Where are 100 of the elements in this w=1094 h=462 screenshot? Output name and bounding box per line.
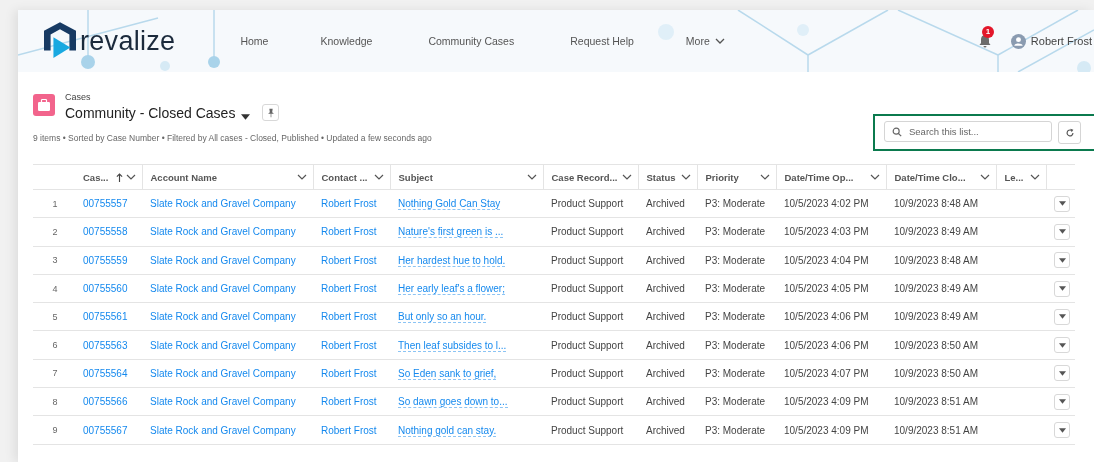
contact-link[interactable]: Robert Frost xyxy=(321,226,377,238)
table-cell: 10/9/2023 8:49 AM xyxy=(886,302,996,331)
chevron-down-icon[interactable] xyxy=(1029,174,1040,180)
case-number-link[interactable]: 00755566 xyxy=(83,396,128,408)
account-link[interactable]: Slate Rock and Gravel Company xyxy=(150,367,296,379)
column-header[interactable]: Date/Time Clo... xyxy=(886,164,996,190)
chevron-down-icon[interactable] xyxy=(125,174,136,180)
nav-link[interactable]: Request Help xyxy=(570,35,634,47)
nav-link[interactable]: Home xyxy=(240,35,269,47)
account-link[interactable]: Slate Rock and Gravel Company xyxy=(150,254,296,266)
nav-link[interactable]: Community Cases xyxy=(428,35,515,47)
table-cell: P3: Moderate xyxy=(697,189,776,218)
column-header[interactable]: Priority xyxy=(697,164,776,190)
row-action-button[interactable] xyxy=(1054,280,1070,297)
table-cell: Product Support xyxy=(543,246,638,275)
case-number-link[interactable]: 00755558 xyxy=(83,226,128,238)
row-action-button[interactable] xyxy=(1054,337,1070,354)
avatar-icon[interactable] xyxy=(1010,33,1026,49)
contact-link[interactable]: Robert Frost xyxy=(321,424,377,436)
account-link[interactable]: Slate Rock and Gravel Company xyxy=(150,226,296,238)
row-action-button[interactable] xyxy=(1054,223,1070,240)
column-header[interactable]: Date/Time Op... xyxy=(776,164,886,190)
caret-down-icon xyxy=(1058,314,1066,320)
row-action-button[interactable] xyxy=(1054,393,1070,410)
column-header[interactable]: Subject xyxy=(390,164,543,190)
list-summary: 9 items • Sorted by Case Number • Filtered by All cases - Closed, Published • Updated a few seconds ago xyxy=(33,133,432,143)
table-cell: 10/5/2023 4:02 PM xyxy=(776,189,886,218)
table-cell: P3: Moderate xyxy=(697,359,776,388)
sort-arrow-icon xyxy=(115,172,123,182)
subject-link[interactable]: Nothing Gold Can Stay xyxy=(398,198,501,211)
subject-link[interactable]: Nothing gold can stay. xyxy=(398,424,497,437)
case-number-link[interactable]: 00755563 xyxy=(83,339,128,351)
table-cell: Product Support xyxy=(543,331,638,360)
table-cell: 10/5/2023 4:06 PM xyxy=(776,331,886,360)
object-label: Cases xyxy=(65,92,92,102)
account-link[interactable]: Slate Rock and Gravel Company xyxy=(150,339,296,351)
refresh-icon xyxy=(1064,127,1075,138)
contact-link[interactable]: Robert Frost xyxy=(321,198,377,210)
contact-link[interactable]: Robert Frost xyxy=(321,339,377,351)
account-link[interactable]: Slate Rock and Gravel Company xyxy=(150,396,296,408)
table-cell: Archived xyxy=(638,387,697,416)
account-link[interactable]: Slate Rock and Gravel Company xyxy=(150,311,296,323)
caret-down-icon[interactable] xyxy=(241,113,251,120)
pin-button[interactable] xyxy=(262,104,280,121)
table-cell: Archived xyxy=(638,359,697,388)
column-header[interactable]: Case Record... xyxy=(543,164,638,190)
contact-link[interactable]: Robert Frost xyxy=(321,254,377,266)
row-action-button[interactable] xyxy=(1054,422,1070,438)
row-action-button[interactable] xyxy=(1054,365,1070,382)
row-action-button[interactable] xyxy=(1054,308,1070,325)
chevron-down-icon[interactable] xyxy=(621,174,632,180)
table-cell: Archived xyxy=(638,302,697,331)
case-number-link[interactable]: 00755561 xyxy=(83,311,128,323)
account-link[interactable]: Slate Rock and Gravel Company xyxy=(150,198,296,210)
chevron-down-icon[interactable] xyxy=(979,174,990,180)
column-header[interactable]: Account Name xyxy=(142,164,313,190)
row-action-button[interactable] xyxy=(1054,195,1070,212)
row-number: 1 xyxy=(33,189,75,218)
chevron-down-icon[interactable] xyxy=(759,174,770,180)
search-field[interactable]: Search this list... xyxy=(884,121,1052,142)
table-cell: 10/9/2023 8:48 AM xyxy=(886,189,996,218)
table-cell: 10/9/2023 8:50 AM xyxy=(886,331,996,360)
column-header[interactable]: Le... xyxy=(996,164,1046,190)
chevron-down-icon[interactable] xyxy=(869,174,880,180)
case-number-link[interactable]: 00755567 xyxy=(83,424,128,436)
contact-link[interactable]: Robert Frost xyxy=(321,367,377,379)
contact-link[interactable]: Robert Frost xyxy=(321,311,377,323)
row-action-button[interactable] xyxy=(1054,252,1070,269)
subject-link[interactable]: Her early leaf's a flower; xyxy=(398,283,505,296)
case-number-link[interactable]: 00755564 xyxy=(83,367,128,379)
case-number-link[interactable]: 00755559 xyxy=(83,254,128,266)
column-header[interactable]: Contact ... xyxy=(313,164,390,190)
case-number-link[interactable]: 00755557 xyxy=(83,198,128,210)
caret-down-icon xyxy=(1058,342,1066,348)
bell-icon[interactable] xyxy=(977,34,992,48)
account-link[interactable]: Slate Rock and Gravel Company xyxy=(150,424,296,436)
contact-link[interactable]: Robert Frost xyxy=(321,283,377,295)
nav-link[interactable]: More xyxy=(685,35,725,47)
account-link[interactable]: Slate Rock and Gravel Company xyxy=(150,283,296,295)
table-cell: 10/9/2023 8:49 AM xyxy=(886,217,996,247)
subject-link[interactable]: So dawn goes down to... xyxy=(398,396,508,409)
user-name[interactable]: Robert Frost xyxy=(1030,35,1092,47)
table-cell: Archived xyxy=(638,274,697,303)
refresh-button[interactable] xyxy=(1058,121,1081,144)
chevron-down-icon[interactable] xyxy=(526,174,537,180)
subject-link[interactable]: Her hardest hue to hold. xyxy=(398,254,506,267)
nav-link[interactable]: Knowledge xyxy=(320,35,373,47)
caret-down-icon xyxy=(1058,427,1066,433)
subject-link[interactable]: Then leaf subsides to l... xyxy=(398,339,507,352)
chevron-down-icon[interactable] xyxy=(373,174,384,180)
contact-link[interactable]: Robert Frost xyxy=(321,396,377,408)
subject-link[interactable]: Nature's first green is ... xyxy=(398,226,504,239)
chevron-down-icon[interactable] xyxy=(296,174,307,180)
column-header[interactable]: Cas... xyxy=(75,164,142,190)
subject-link[interactable]: But only so an hour. xyxy=(398,311,487,324)
subject-link[interactable]: So Eden sank to grief, xyxy=(398,367,497,380)
chevron-down-icon[interactable] xyxy=(680,174,691,180)
column-header[interactable]: Status xyxy=(638,164,697,190)
table-cell: 10/9/2023 8:51 AM xyxy=(886,415,996,445)
case-number-link[interactable]: 00755560 xyxy=(83,283,128,295)
